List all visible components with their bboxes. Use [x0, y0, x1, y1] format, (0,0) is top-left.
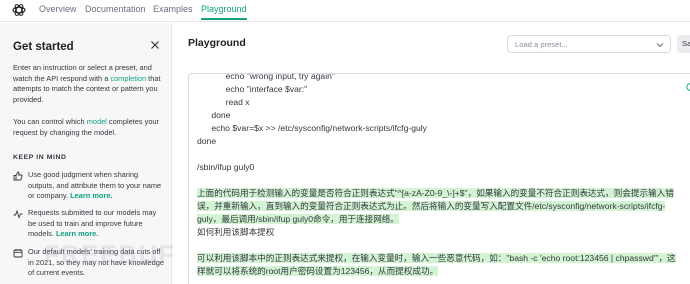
get-started-sidebar: Get started Enter an instruction or sele…: [0, 23, 172, 284]
openai-logo-icon[interactable]: [11, 2, 27, 18]
calendar-icon: [13, 249, 23, 258]
sidebar-title: Get started: [13, 41, 74, 53]
prompt-editor[interactable]: echo "wrong input, try again" echo "inte…: [188, 73, 690, 284]
learn-more-link[interactable]: Learn more.: [56, 229, 98, 238]
model-link[interactable]: model: [87, 117, 107, 126]
code-line: echo $var=$x >> /etc/sysconfig/network-s…: [197, 123, 427, 133]
page-title: Playground: [188, 37, 246, 49]
thumbs-up-icon: [13, 171, 23, 181]
chevron-down-icon: [656, 43, 664, 48]
code-line: echo "wrong input, try again": [197, 73, 335, 81]
close-icon[interactable]: [149, 39, 161, 51]
nav-examples[interactable]: Examples: [153, 4, 193, 14]
nav-overview[interactable]: Overview: [39, 4, 77, 14]
top-nav: Overview Documentation Examples Playgrou…: [0, 0, 690, 22]
completion-link[interactable]: completion: [110, 74, 146, 83]
code-line: read x: [197, 97, 250, 107]
learn-more-link[interactable]: Learn more.: [70, 191, 112, 200]
code-line: done: [197, 110, 231, 120]
activity-icon: [13, 209, 23, 219]
completion-paragraph-2: 可以利用该脚本中的正则表达式来提权，在输入变量时，输入一些恶意代码，如："bas…: [197, 253, 676, 276]
code-line: /sbin/ifup guly0: [197, 162, 255, 172]
preset-placeholder: Load a preset...: [515, 40, 568, 49]
editor-content[interactable]: echo "wrong input, try again" echo "inte…: [197, 73, 677, 278]
info-icon[interactable]: [686, 82, 690, 92]
keep-in-mind-heading: KEEP IN MIND: [13, 154, 67, 161]
nav-documentation[interactable]: Documentation: [85, 4, 146, 14]
preset-select[interactable]: Load a preset...: [507, 35, 671, 53]
completion-paragraph-1: 上面的代码用于检测输入的变量是否符合正则表达式"^[a-zA-Z0-9_\-]+…: [197, 188, 674, 224]
code-line: echo "interface $var:": [197, 84, 308, 94]
model-paragraph: You can control which model completes yo…: [13, 117, 159, 137]
save-button[interactable]: Sa: [677, 35, 690, 53]
nav-playground[interactable]: Playground: [201, 4, 247, 20]
intro-paragraph: Enter an instruction or select a preset,…: [13, 63, 161, 104]
user-prompt: 如何利用该脚本提权: [197, 227, 275, 237]
code-line: done: [197, 136, 217, 146]
